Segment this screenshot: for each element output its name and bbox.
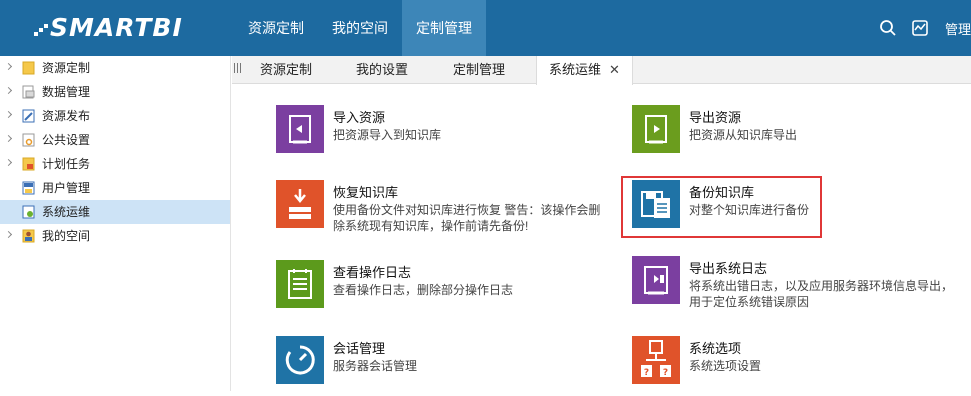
- restore-icon-bg: [276, 180, 324, 228]
- chevron-right-icon[interactable]: [4, 230, 13, 239]
- svg-text:?: ?: [644, 368, 649, 378]
- sidebar-item-label: 资源发布: [42, 109, 91, 123]
- top-nav-custom-manage[interactable]: 定制管理: [402, 0, 486, 56]
- tile-desc: 将系统出错日志，以及应用服务器环境信息导出，用于定位系统错误原因: [689, 279, 954, 309]
- tile-desc: 系统选项设置: [689, 359, 762, 373]
- import-icon: [276, 105, 324, 153]
- sidebar-item-data-manage[interactable]: 数据管理: [0, 80, 230, 104]
- sidebar-item-my-space[interactable]: 我的空间: [0, 224, 230, 248]
- search-icon[interactable]: [879, 19, 897, 37]
- sidebar-tree: 资源定制 数据管理 资源发布 公共设置 计划任务 用户管理 系统运维 我的空间: [0, 56, 231, 391]
- top-right-tools: 管理: [865, 0, 971, 56]
- tab-custom-manage[interactable]: 定制管理: [441, 56, 517, 84]
- settings-doc-icon: [22, 133, 35, 147]
- tile-title: 查看操作日志: [333, 265, 412, 280]
- logo-text: SMARTBI: [50, 12, 183, 42]
- chevron-right-icon[interactable]: [4, 62, 13, 71]
- system-ops-icon: [22, 205, 35, 219]
- sidebar-item-resource-custom[interactable]: 资源定制: [0, 56, 230, 80]
- publish-icon: [22, 109, 35, 123]
- tile-title: 导出系统日志: [689, 261, 768, 276]
- sidebar-item-label: 公共设置: [42, 133, 91, 147]
- top-nav-my-space[interactable]: 我的空间: [318, 0, 402, 56]
- tile-title: 导出资源: [689, 110, 742, 125]
- tile-desc: 查看操作日志，删除部分操作日志: [333, 283, 514, 297]
- logo-mark-icon: [34, 24, 48, 38]
- export-log-icon: [632, 256, 680, 304]
- sidebar-item-scheduled-tasks[interactable]: 计划任务: [0, 152, 230, 176]
- person-icon: [22, 229, 35, 243]
- tile-session-manage[interactable]: 会话管理 服务器会话管理: [276, 336, 606, 396]
- tile-title: 会话管理: [333, 341, 386, 356]
- top-bar: SMARTBI 资源定制 我的空间 定制管理 管理: [0, 0, 971, 56]
- tab-bar-handle-icon[interactable]: [234, 63, 242, 76]
- tile-title: 导入资源: [333, 110, 386, 125]
- tab-my-settings[interactable]: 我的设置: [344, 56, 420, 84]
- document-icon: [22, 85, 35, 99]
- tile-import-resource[interactable]: 导入资源 把资源导入到知识库: [276, 105, 606, 165]
- tab-system-ops[interactable]: 系统运维 ✕: [536, 56, 633, 85]
- sidebar-item-label: 资源定制: [42, 61, 91, 75]
- top-nav: 资源定制 我的空间 定制管理: [234, 0, 486, 56]
- chevron-right-icon[interactable]: [4, 158, 13, 167]
- manage-link[interactable]: 管理: [945, 19, 971, 38]
- top-nav-resource-custom[interactable]: 资源定制: [234, 0, 318, 56]
- sidebar-item-resource-publish[interactable]: 资源发布: [0, 104, 230, 128]
- sidebar-item-user-manage[interactable]: 用户管理: [0, 176, 230, 200]
- sidebar-item-public-settings[interactable]: 公共设置: [0, 128, 230, 152]
- export-icon: [632, 105, 680, 153]
- session-icon: [276, 336, 324, 384]
- tile-desc: 把资源导入到知识库: [333, 128, 442, 142]
- sidebar-item-label: 我的空间: [42, 229, 91, 243]
- tab-label: 定制管理: [453, 62, 506, 77]
- task-icon: [22, 157, 35, 171]
- sidebar-item-label: 计划任务: [42, 157, 91, 171]
- tile-restore-repository[interactable]: 恢复知识库 使用备份文件对知识库进行恢复 警告：该操作会删除系统现有知识库，操作…: [276, 180, 606, 240]
- tile-export-system-log[interactable]: 导出系统日志 将系统出错日志，以及应用服务器环境信息导出，用于定位系统错误原因: [632, 256, 962, 316]
- log-icon: [276, 260, 324, 308]
- chevron-right-icon[interactable]: [4, 134, 13, 143]
- tab-bar: 资源定制 我的设置 定制管理 系统运维 ✕: [232, 56, 971, 85]
- restore-icon: [276, 180, 324, 228]
- highlight-box: [621, 176, 822, 238]
- sidebar-item-label: 用户管理: [42, 181, 91, 195]
- svg-text:?: ?: [663, 368, 668, 378]
- tile-title: 恢复知识库: [333, 185, 399, 200]
- tab-label: 资源定制: [260, 62, 313, 77]
- tile-desc: 把资源从知识库导出: [689, 128, 798, 142]
- sidebar-item-label: 系统运维: [42, 205, 91, 219]
- logo[interactable]: SMARTBI: [34, 12, 183, 42]
- tile-desc: 使用备份文件对知识库进行恢复 警告：该操作会删除系统现有知识库，操作前请先备份!: [333, 203, 601, 233]
- chart-monitor-icon[interactable]: [911, 19, 929, 37]
- chevron-right-icon[interactable]: [4, 110, 13, 119]
- tile-export-resource[interactable]: 导出资源 把资源从知识库导出: [632, 105, 962, 165]
- user-manage-icon: [22, 181, 35, 195]
- tile-view-operation-log[interactable]: 查看操作日志 查看操作日志，删除部分操作日志: [276, 260, 606, 320]
- chevron-right-icon[interactable]: [4, 86, 13, 95]
- sidebar-item-system-ops[interactable]: 系统运维: [0, 200, 230, 224]
- sidebar-item-label: 数据管理: [42, 85, 91, 99]
- tile-desc: 服务器会话管理: [333, 359, 418, 373]
- folder-icon: [22, 61, 35, 75]
- tile-system-options[interactable]: ?? 系统选项 系统选项设置: [632, 336, 962, 396]
- tab-label: 系统运维: [549, 62, 602, 77]
- tile-title: 系统选项: [689, 341, 742, 356]
- close-icon[interactable]: ✕: [609, 56, 620, 84]
- options-icon: ??: [632, 336, 680, 384]
- tab-resource-custom[interactable]: 资源定制: [248, 56, 324, 84]
- tab-label: 我的设置: [356, 62, 409, 77]
